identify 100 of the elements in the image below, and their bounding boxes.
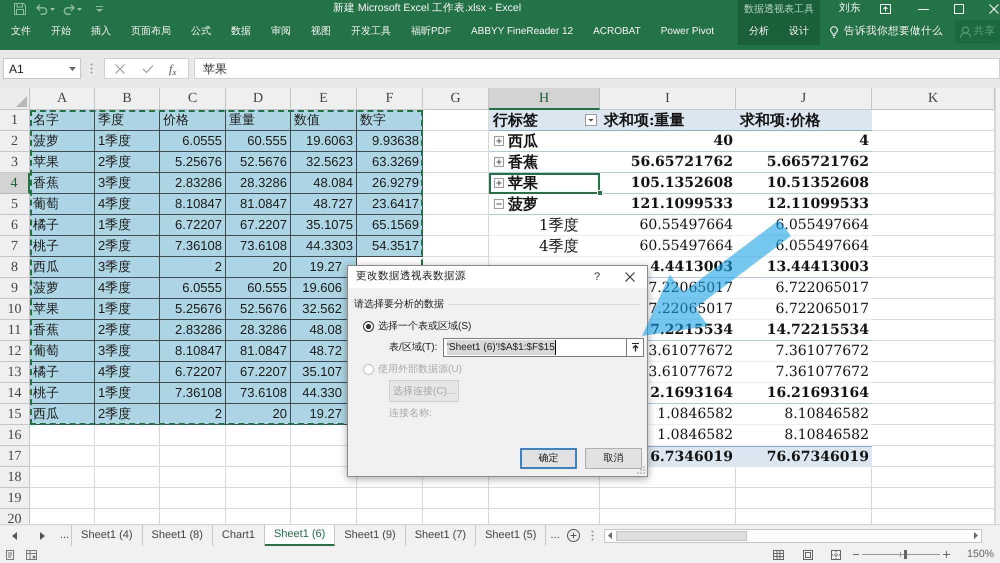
column-header[interactable]: K xyxy=(872,88,995,110)
row-header[interactable]: 18 xyxy=(0,467,30,488)
plus-box-icon[interactable] xyxy=(494,136,504,146)
column-header[interactable]: A xyxy=(30,88,95,110)
row-header[interactable]: 14 xyxy=(0,383,30,404)
column-header[interactable]: I xyxy=(600,88,736,110)
customize-toolbar-icon[interactable] xyxy=(96,6,103,12)
column-header[interactable]: B xyxy=(95,88,160,110)
dialog-button[interactable]: 确定 xyxy=(520,448,577,469)
caret-down-icon[interactable] xyxy=(77,8,82,10)
pivot-value: 7.361077672 xyxy=(736,362,872,383)
zoom-slider-thumb[interactable] xyxy=(904,550,908,559)
close-icon[interactable] xyxy=(625,272,635,282)
grip-icon[interactable] xyxy=(90,63,93,74)
zoom-slider[interactable] xyxy=(862,550,940,559)
collapse-button[interactable] xyxy=(627,338,644,357)
row-header[interactable]: 15 xyxy=(0,404,30,425)
option-label[interactable]: 选择一个表或区域(S) xyxy=(378,318,472,334)
more-sheets-button[interactable]: ... xyxy=(550,525,560,546)
formula-input[interactable]: 苹果 xyxy=(194,58,1000,79)
table-cell: 54.3517 xyxy=(357,236,423,257)
check-icon[interactable] xyxy=(142,64,154,74)
redo-icon[interactable] xyxy=(63,4,75,14)
row-header[interactable]: 11 xyxy=(0,320,30,341)
row-header[interactable]: 7 xyxy=(0,236,30,257)
row-header[interactable]: 19 xyxy=(0,488,30,509)
minus-box-icon[interactable] xyxy=(494,199,504,209)
column-header[interactable]: C xyxy=(160,88,226,110)
more-sheets-button[interactable]: ... xyxy=(60,525,70,546)
column-header[interactable]: J xyxy=(736,88,872,110)
resize-grip-icon[interactable] xyxy=(637,466,645,474)
table-icon[interactable] xyxy=(26,550,37,560)
plus-box-icon[interactable] xyxy=(494,157,504,167)
column-header[interactable]: F xyxy=(357,88,423,110)
triangle-right-icon[interactable] xyxy=(40,532,45,540)
plus-box-icon[interactable] xyxy=(494,178,504,188)
row-label[interactable]: 西瓜 xyxy=(508,130,538,152)
document-icon[interactable] xyxy=(6,550,16,560)
fill-handle[interactable] xyxy=(597,190,603,196)
help-button[interactable]: ? xyxy=(591,268,603,286)
scrollbar-thumb[interactable] xyxy=(616,530,747,540)
page-layout-icon[interactable] xyxy=(803,550,814,560)
header-label: 行标签 xyxy=(493,110,538,131)
row-header[interactable]: 17 xyxy=(0,446,30,467)
plus-icon[interactable] xyxy=(943,551,950,558)
table-cell: 3季度 xyxy=(95,341,160,362)
triangle-left-icon[interactable] xyxy=(608,532,612,539)
undo-icon[interactable] xyxy=(36,4,48,14)
user-name[interactable]: 刘东 xyxy=(839,1,861,17)
row-label[interactable]: 苹果 xyxy=(508,172,538,194)
filter-dropdown-icon[interactable] xyxy=(585,114,597,126)
row-label[interactable]: 1季度 xyxy=(539,214,579,236)
row-header[interactable]: 12 xyxy=(0,341,30,362)
caret-down-icon[interactable] xyxy=(69,66,76,70)
row-header[interactable]: 9 xyxy=(0,278,30,299)
column-header[interactable]: G xyxy=(423,88,489,110)
triangle-right-icon[interactable] xyxy=(974,532,978,539)
row-label[interactable]: 菠萝 xyxy=(508,192,538,216)
page-break-icon[interactable] xyxy=(831,550,842,560)
row-header[interactable]: 8 xyxy=(0,257,30,278)
row-header[interactable]: 3 xyxy=(0,152,30,173)
table-cell: 数字 xyxy=(357,110,423,131)
row-header[interactable]: 10 xyxy=(0,299,30,320)
minimize-icon[interactable] xyxy=(918,8,929,10)
row-header[interactable]: 20 xyxy=(0,509,30,524)
minus-icon[interactable] xyxy=(853,554,860,555)
insert-function-button[interactable]: f$_{x}$ xyxy=(169,62,176,74)
grid-icon[interactable] xyxy=(773,550,784,560)
range-field[interactable]: 'Sheet1 (6)'!$A$1:$F$15 xyxy=(443,338,627,357)
column-header[interactable]: E xyxy=(291,88,357,110)
zoom-level[interactable]: 150% xyxy=(967,546,994,562)
save-icon[interactable] xyxy=(14,3,26,15)
column-header[interactable]: D xyxy=(226,88,291,110)
caret-down-icon[interactable] xyxy=(50,8,55,10)
radio-button[interactable] xyxy=(363,320,374,332)
triangle-left-icon[interactable] xyxy=(12,532,17,540)
tell-me-search[interactable]: 告诉我你想要做什么 xyxy=(830,24,943,40)
sheet-tab[interactable]: Sheet1 (6) xyxy=(264,525,336,546)
selected-cell[interactable]: 苹果 xyxy=(489,173,600,194)
plus-circle-icon[interactable] xyxy=(566,529,580,542)
row-header[interactable]: 6 xyxy=(0,215,30,236)
row-header[interactable]: 2 xyxy=(0,131,30,152)
table-cell: 32.5623 xyxy=(291,152,357,173)
row-header[interactable]: 5 xyxy=(0,194,30,215)
row-header[interactable]: 4 xyxy=(0,173,30,194)
row-header[interactable]: 13 xyxy=(0,362,30,383)
table-cell: 西瓜 xyxy=(30,404,95,425)
grip-icon[interactable] xyxy=(590,530,594,541)
column-header[interactable]: H xyxy=(489,88,600,110)
dialog-button[interactable]: 取消 xyxy=(585,448,642,469)
row-label[interactable]: 4季度 xyxy=(539,234,579,258)
cross-icon[interactable] xyxy=(115,64,125,74)
row-header[interactable]: 16 xyxy=(0,425,30,446)
name-box[interactable]: A1 xyxy=(3,58,81,79)
vertical-scrollbar[interactable] xyxy=(995,88,1000,524)
horizontal-scrollbar[interactable] xyxy=(604,528,982,542)
ribbon-display-icon[interactable] xyxy=(880,4,891,14)
maximize-icon[interactable] xyxy=(954,4,964,14)
row-label[interactable]: 香蕉 xyxy=(508,150,538,174)
row-header[interactable]: 1 xyxy=(0,110,30,131)
